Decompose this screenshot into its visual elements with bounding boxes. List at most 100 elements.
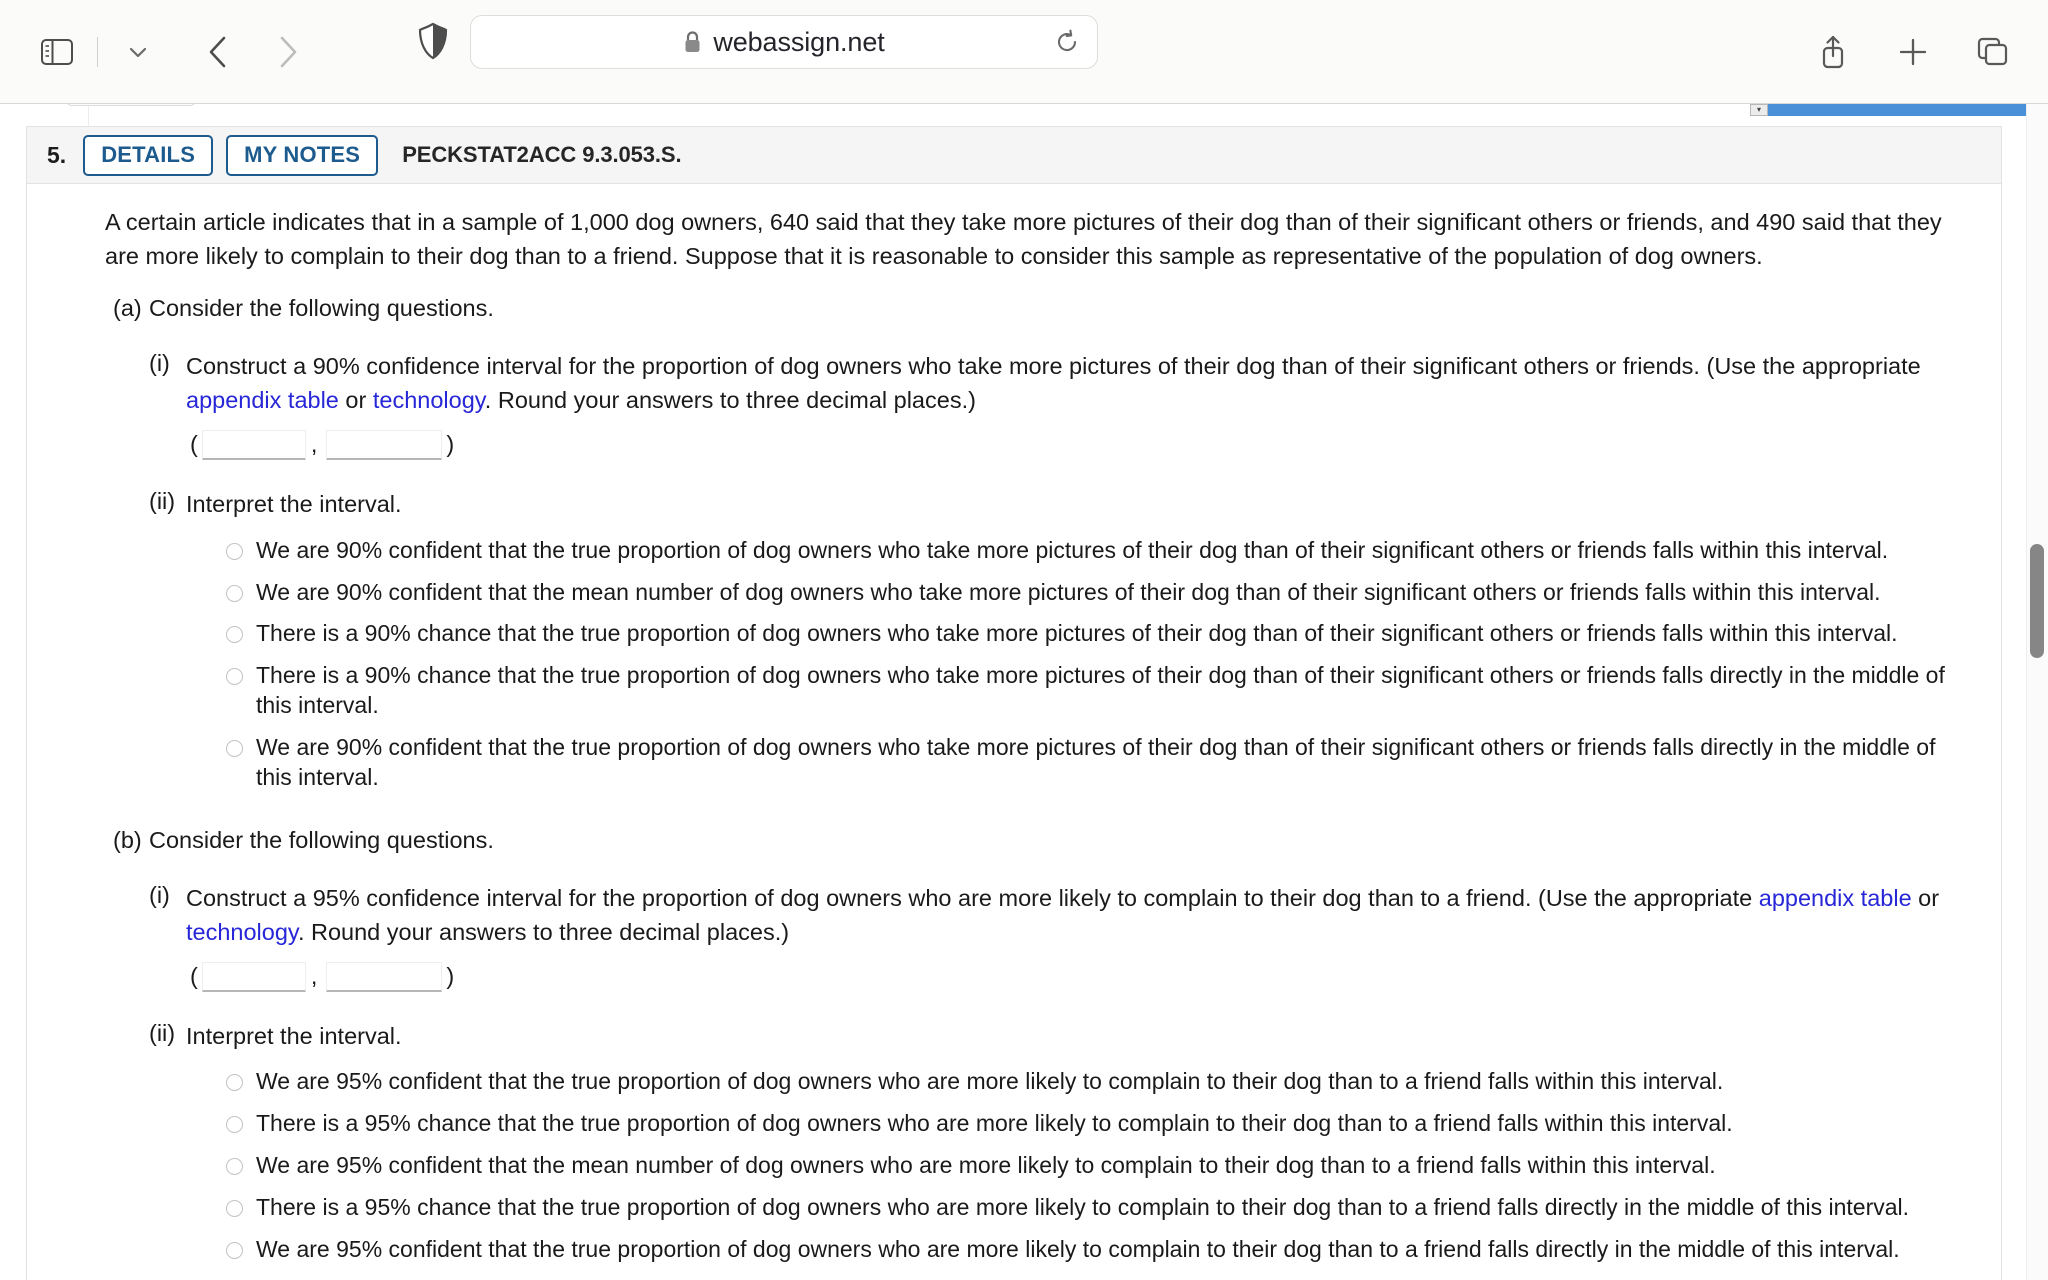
option-row[interactable]: There is a 90% chance that the true prop… (226, 661, 1961, 721)
question-number: 5. (47, 142, 66, 169)
page-viewport: ▾ 5. DETAILS MY NOTES PECKSTAT2ACC 9.3.0… (0, 104, 2048, 1280)
part-a-option-list: We are 90% confident that the true propo… (226, 536, 1961, 793)
part-b-sub-i: (i) Construct a 95% confidence interval … (149, 882, 1961, 992)
part-a-upper-bound-input[interactable] (326, 430, 442, 460)
option-label: There is a 95% chance that the true prop… (256, 1193, 1909, 1223)
comma-separator: , (306, 963, 327, 990)
page-scrollbar-track[interactable] (2026, 104, 2048, 1280)
technology-link[interactable]: technology (373, 387, 485, 413)
text-segment: . Round your answers to three decimal pl… (485, 387, 976, 413)
part-a-sub-ii-label: (ii) (149, 488, 186, 805)
part-a-sub-i-label: (i) (149, 350, 186, 460)
strip-collapse-icon[interactable]: ▾ (1750, 104, 1768, 116)
radio-icon[interactable] (226, 543, 243, 560)
radio-icon[interactable] (226, 626, 243, 643)
radio-icon[interactable] (226, 1116, 243, 1133)
radio-icon[interactable] (226, 1242, 243, 1259)
option-label: We are 95% confident that the true propo… (256, 1067, 1723, 1097)
part-a-interval-row: ( , ) (186, 430, 1961, 460)
back-icon[interactable] (191, 25, 245, 79)
part-b-upper-bound-input[interactable] (326, 962, 442, 992)
part-a-sub-i-text: Construct a 90% confidence interval for … (186, 350, 1961, 418)
part-a: (a) Consider the following questions. (105, 295, 1961, 322)
address-bar[interactable]: webassign.net (470, 15, 1098, 69)
part-b-lower-bound-input[interactable] (202, 962, 306, 992)
text-segment: or (339, 387, 373, 413)
tab-overview-icon[interactable] (1966, 25, 2020, 79)
option-row[interactable]: We are 90% confident that the true propo… (226, 733, 1961, 793)
option-label: We are 95% confident that the mean numbe… (256, 1151, 1716, 1181)
option-row[interactable]: There is a 95% chance that the true prop… (226, 1109, 1961, 1139)
close-paren: ) (442, 963, 458, 990)
option-label: We are 90% confident that the true propo… (256, 733, 1961, 793)
privacy-shield-icon[interactable] (418, 22, 448, 65)
part-b-sub-ii-label: (ii) (149, 1020, 186, 1277)
question-body: A certain article indicates that in a sa… (27, 184, 2001, 1280)
option-row[interactable]: We are 95% confident that the true propo… (226, 1235, 1961, 1265)
text-segment: . Round your answers to three decimal pl… (298, 919, 789, 945)
radio-icon[interactable] (226, 1074, 243, 1091)
part-a-sub-ii-text: Interpret the interval. (186, 488, 1961, 522)
radio-icon[interactable] (226, 1158, 243, 1175)
sidebar-toggle-icon[interactable] (30, 25, 84, 79)
option-row[interactable]: We are 90% confident that the true propo… (226, 536, 1961, 566)
part-b-label: (b) (105, 827, 149, 854)
part-a-label: (a) (105, 295, 149, 322)
question-header: 5. DETAILS MY NOTES PECKSTAT2ACC 9.3.053… (27, 127, 2001, 184)
toolbar-divider (97, 37, 98, 67)
radio-icon[interactable] (226, 668, 243, 685)
text-segment: Construct a 90% confidence interval for … (186, 353, 1921, 379)
text-segment: Construct a 95% confidence interval for … (186, 885, 1759, 911)
option-label: There is a 90% chance that the true prop… (256, 661, 1961, 721)
share-icon[interactable] (1806, 25, 1860, 79)
open-paren: ( (186, 431, 202, 458)
part-b-interval-row: ( , ) (186, 962, 1961, 992)
option-label: We are 90% confident that the true propo… (256, 536, 1888, 566)
new-tab-icon[interactable] (1886, 25, 1940, 79)
option-label: We are 90% confident that the mean numbe… (256, 578, 1881, 608)
open-paren: ( (186, 963, 202, 990)
radio-icon[interactable] (226, 740, 243, 757)
radio-icon[interactable] (226, 585, 243, 602)
browser-toolbar: webassign.net (0, 0, 2048, 104)
question-stem: A certain article indicates that in a sa… (105, 206, 1961, 273)
option-label: There is a 90% chance that the true prop… (256, 619, 1898, 649)
page-scrollbar-thumb[interactable] (2030, 544, 2044, 658)
details-button[interactable]: DETAILS (83, 135, 213, 176)
lock-icon (683, 30, 702, 54)
option-row[interactable]: We are 95% confident that the true propo… (226, 1067, 1961, 1097)
option-row[interactable]: There is a 95% chance that the true prop… (226, 1193, 1961, 1223)
radio-icon[interactable] (226, 1200, 243, 1217)
part-a-sub-i: (i) Construct a 90% confidence interval … (149, 350, 1961, 460)
part-b-text: Consider the following questions. (149, 827, 494, 854)
option-row[interactable]: There is a 90% chance that the true prop… (226, 619, 1961, 649)
part-a-text: Consider the following questions. (149, 295, 494, 322)
part-b: (b) Consider the following questions. (105, 827, 1961, 854)
part-b-sub-i-text: Construct a 95% confidence interval for … (186, 882, 1961, 950)
chevron-down-icon[interactable] (111, 25, 165, 79)
part-b-sub-ii: (ii) Interpret the interval. We are 95% … (149, 1020, 1961, 1277)
url-text: webassign.net (713, 27, 884, 58)
text-segment: or (1912, 885, 1939, 911)
option-label: There is a 95% chance that the true prop… (256, 1109, 1733, 1139)
comma-separator: , (306, 431, 327, 458)
forward-icon (261, 25, 315, 79)
part-b-sub-ii-text: Interpret the interval. (186, 1020, 1961, 1054)
part-b-sub-i-label: (i) (149, 882, 186, 992)
option-label: We are 95% confident that the true propo… (256, 1235, 1900, 1265)
progress-strip (1768, 104, 2038, 116)
question-card: 5. DETAILS MY NOTES PECKSTAT2ACC 9.3.053… (26, 126, 2002, 1280)
clipped-element-above (66, 104, 196, 106)
technology-link[interactable]: technology (186, 919, 298, 945)
my-notes-button[interactable]: MY NOTES (226, 135, 378, 176)
appendix-table-link[interactable]: appendix table (186, 387, 339, 413)
reload-icon[interactable] (1054, 29, 1080, 55)
part-b-option-list: We are 95% confident that the true propo… (226, 1067, 1961, 1264)
part-a-lower-bound-input[interactable] (202, 430, 306, 460)
option-row[interactable]: We are 90% confident that the mean numbe… (226, 578, 1961, 608)
close-paren: ) (442, 431, 458, 458)
part-a-sub-ii: (ii) Interpret the interval. We are 90% … (149, 488, 1961, 805)
appendix-table-link[interactable]: appendix table (1759, 885, 1912, 911)
question-code: PECKSTAT2ACC 9.3.053.S. (402, 142, 681, 168)
option-row[interactable]: We are 95% confident that the mean numbe… (226, 1151, 1961, 1181)
